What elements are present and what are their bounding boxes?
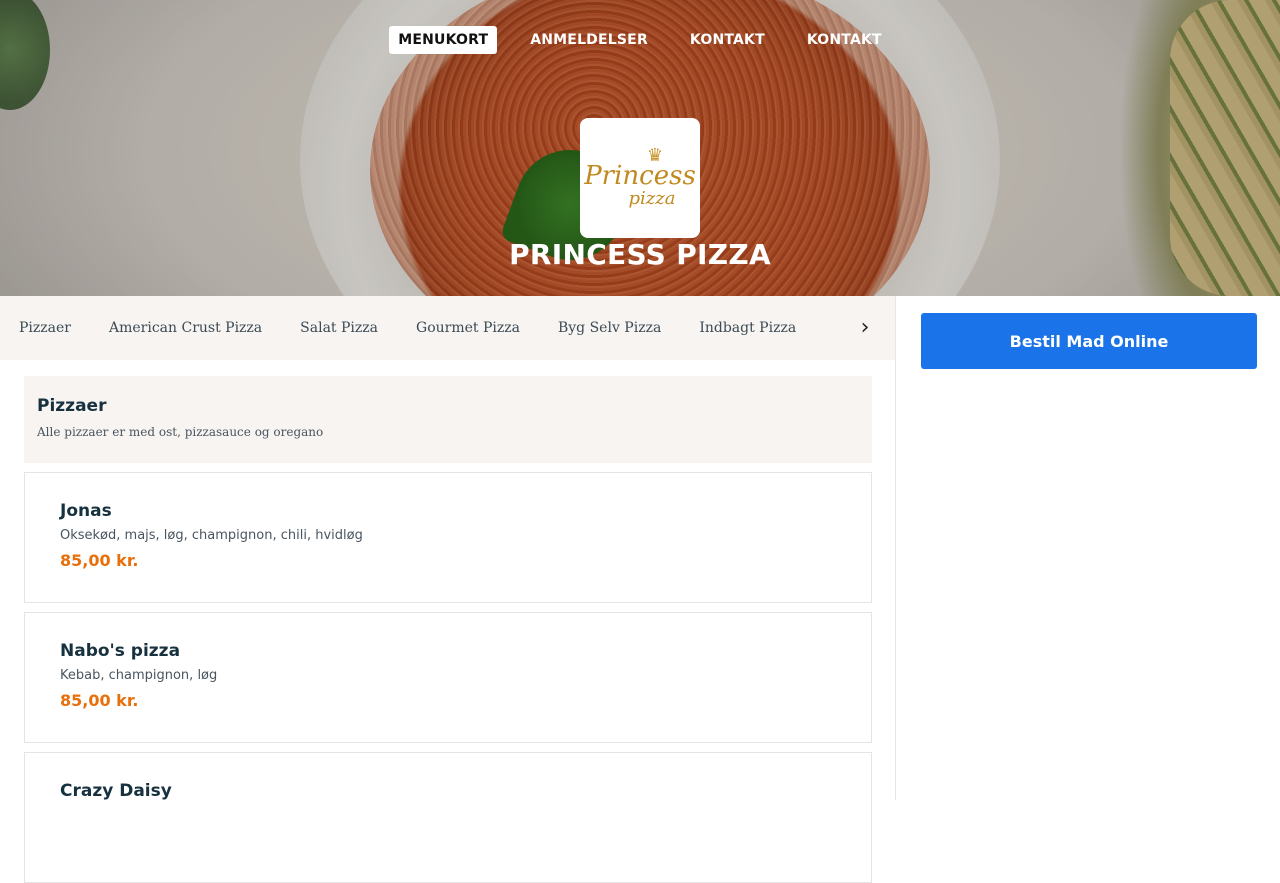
hero-banner: MENUKORT ANMELDELSER KONTAKT KONTAKT ♛ P… xyxy=(0,0,1280,296)
category-list: Pizzaer American Crust Pizza Salat Pizza… xyxy=(0,296,835,360)
order-sidebar: Bestil Mad Online xyxy=(895,296,1280,800)
category-american-crust-pizza[interactable]: American Crust Pizza xyxy=(90,320,281,336)
nav-kontakt[interactable]: KONTAKT xyxy=(681,26,774,54)
logo-text-princess: Princess xyxy=(584,161,696,191)
menu-item[interactable]: Nabo's pizza Kebab, champignon, løg 85,0… xyxy=(24,612,872,743)
section-header: Pizzaer Alle pizzaer er med ost, pizzasa… xyxy=(24,376,872,463)
nav-kontakt-2[interactable]: KONTAKT xyxy=(798,26,891,54)
nav-menukort[interactable]: MENUKORT xyxy=(389,26,498,54)
section-description: Alle pizzaer er med ost, pizzasauce og o… xyxy=(37,425,324,439)
restaurant-logo: ♛ Princess pizza xyxy=(580,118,700,238)
restaurant-name: PRINCESS PIZZA xyxy=(509,238,771,271)
menu-item-price: 85,00 kr. xyxy=(60,551,139,570)
logo-text-pizza: pizza xyxy=(628,188,676,209)
menu-item-price: 85,00 kr. xyxy=(60,691,139,710)
menu-list: Pizzaer Alle pizzaer er med ost, pizzasa… xyxy=(24,376,872,883)
menu-item[interactable]: Jonas Oksekød, majs, løg, champignon, ch… xyxy=(24,472,872,603)
category-bar: Pizzaer American Crust Pizza Salat Pizza… xyxy=(0,296,895,360)
category-byg-selv-pizza[interactable]: Byg Selv Pizza xyxy=(539,320,680,336)
crown-icon: ♛ xyxy=(646,145,664,165)
section-title: Pizzaer xyxy=(37,396,107,416)
nav-anmeldelser[interactable]: ANMELDELSER xyxy=(521,26,657,54)
menu-item[interactable]: Crazy Daisy xyxy=(24,752,872,883)
order-online-button[interactable]: Bestil Mad Online xyxy=(921,313,1257,369)
chevron-right-icon[interactable]: › xyxy=(850,312,880,342)
category-pizzaer[interactable]: Pizzaer xyxy=(0,320,90,336)
menu-item-name: Jonas xyxy=(60,501,112,521)
category-gourmet-pizza[interactable]: Gourmet Pizza xyxy=(397,320,539,336)
top-navigation: MENUKORT ANMELDELSER KONTAKT KONTAKT xyxy=(0,26,1280,54)
menu-item-name: Nabo's pizza xyxy=(60,641,181,661)
category-bornepizza[interactable]: Børnepizza xyxy=(815,320,835,336)
category-salat-pizza[interactable]: Salat Pizza xyxy=(281,320,397,336)
menu-item-description: Oksekød, majs, løg, champignon, chili, h… xyxy=(60,528,363,543)
category-indbagt-pizza[interactable]: Indbagt Pizza xyxy=(680,320,815,336)
menu-item-description: Kebab, champignon, løg xyxy=(60,668,218,683)
menu-item-name: Crazy Daisy xyxy=(60,781,172,801)
